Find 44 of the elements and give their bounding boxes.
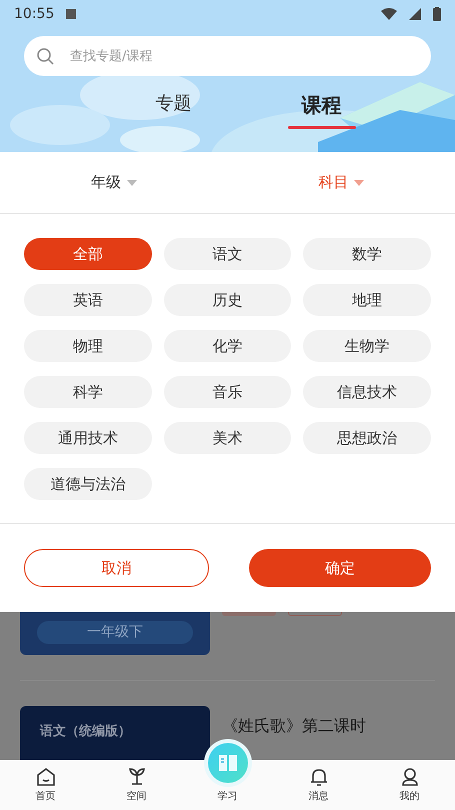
grade-badge: 一年级下 [37, 621, 193, 644]
subject-chip[interactable]: 地理 [303, 284, 431, 316]
course-cover[interactable]: 一年级下 [20, 612, 210, 655]
subject-chip[interactable]: 物理 [24, 330, 152, 362]
tab[interactable]: 课程 [288, 90, 356, 129]
subject-chip[interactable]: 全部 [24, 238, 152, 270]
filter-dropdown[interactable]: 年级 [0, 171, 228, 194]
subject-chip[interactable]: 语文 [164, 238, 292, 270]
subject-chip[interactable]: 历史 [164, 284, 292, 316]
subject-chip[interactable]: 通用技术 [24, 422, 152, 454]
nav-tab[interactable]: 消息 [273, 760, 364, 810]
search-field[interactable]: 查找专题/课程 [24, 36, 431, 76]
subject-chip[interactable]: 数学 [303, 238, 431, 270]
caret-icon [354, 180, 364, 186]
subject-chip[interactable]: 音乐 [164, 376, 292, 408]
nav-tab[interactable]: 首页 [0, 760, 91, 810]
subject-chip[interactable]: 思想政治 [303, 422, 431, 454]
wifi-icon [381, 8, 397, 20]
confirm-button[interactable]: 确定 [248, 549, 431, 587]
subject-chip[interactable]: 美术 [164, 422, 292, 454]
subject-chip[interactable]: 生物学 [303, 330, 431, 362]
subject-chip[interactable]: 英语 [24, 284, 152, 316]
battery-icon [433, 7, 441, 21]
subject-label: 语文（统编版） [40, 724, 131, 739]
filter-dropdown[interactable]: 科目 [228, 171, 455, 194]
signal-icon [409, 8, 421, 20]
cancel-button[interactable]: 取消 [24, 549, 208, 587]
notification-icon [66, 9, 76, 19]
course-title: 《姓氏歌》第二课时 [222, 715, 366, 737]
bell-icon [308, 767, 328, 787]
status-time: 10:55 [14, 4, 54, 24]
nav-tab[interactable]: 空间 [91, 760, 182, 810]
sprout-icon [126, 767, 146, 787]
nav-tab[interactable]: 我的 [364, 760, 455, 810]
tab[interactable]: 专题 [140, 90, 208, 129]
subject-chip[interactable]: 化学 [164, 330, 292, 362]
user-icon [400, 767, 420, 787]
subject-chip[interactable]: 道德与法治 [24, 468, 152, 500]
search-icon [36, 47, 54, 65]
subject-chip[interactable]: 信息技术 [303, 376, 431, 408]
course-cover[interactable]: 语文（统编版） [20, 706, 210, 760]
caret-icon [126, 180, 137, 186]
subject-chip[interactable]: 科学 [24, 376, 152, 408]
home-icon [36, 767, 56, 787]
